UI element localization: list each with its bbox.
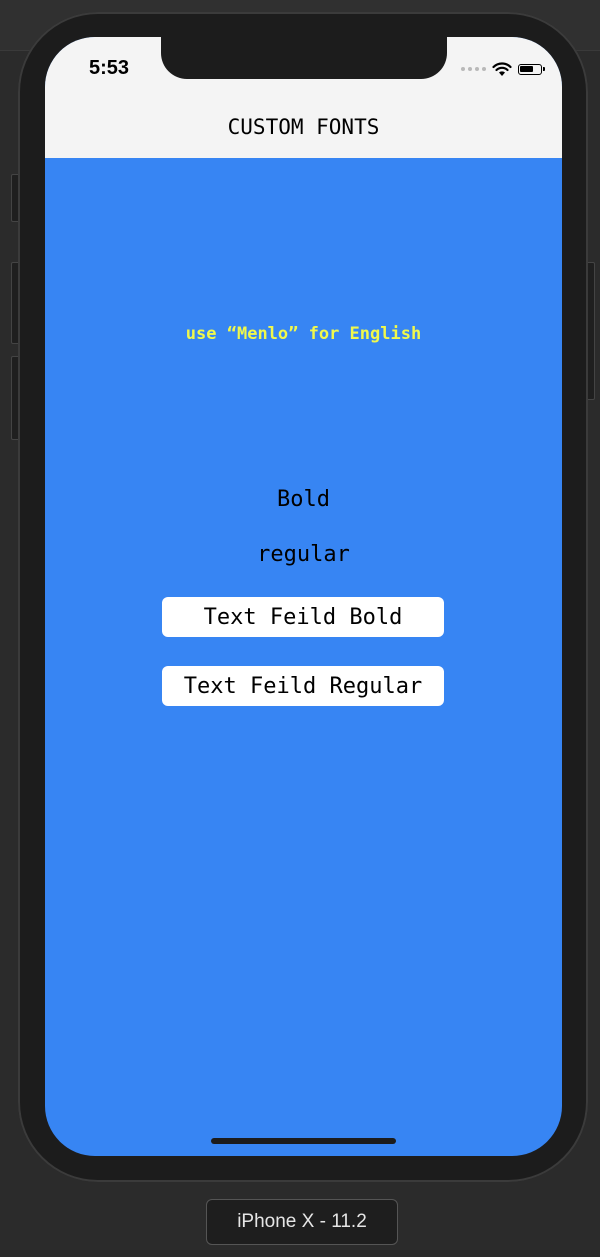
font-note-label: use “Menlo” for English	[185, 324, 422, 344]
device-notch	[161, 37, 447, 79]
text-field-regular[interactable]	[162, 666, 444, 706]
simulator-device-label: iPhone X - 11.2	[206, 1199, 398, 1245]
battery-icon	[518, 63, 545, 75]
regular-label: regular	[257, 542, 350, 567]
status-icons	[461, 61, 545, 77]
home-indicator[interactable]	[211, 1138, 396, 1144]
bold-label: Bold	[277, 487, 330, 512]
page-title: CUSTOM FONTS	[227, 115, 380, 139]
text-field-bold[interactable]	[162, 597, 444, 637]
signal-dots-icon	[461, 67, 486, 71]
wifi-icon	[492, 61, 512, 76]
app-screen: 5:53 CUSTOM FONTS use “Menlo” for Englis…	[45, 37, 562, 1156]
status-time: 5:53	[89, 57, 130, 79]
navigation-bar: 5:53 CUSTOM FONTS	[45, 37, 562, 158]
